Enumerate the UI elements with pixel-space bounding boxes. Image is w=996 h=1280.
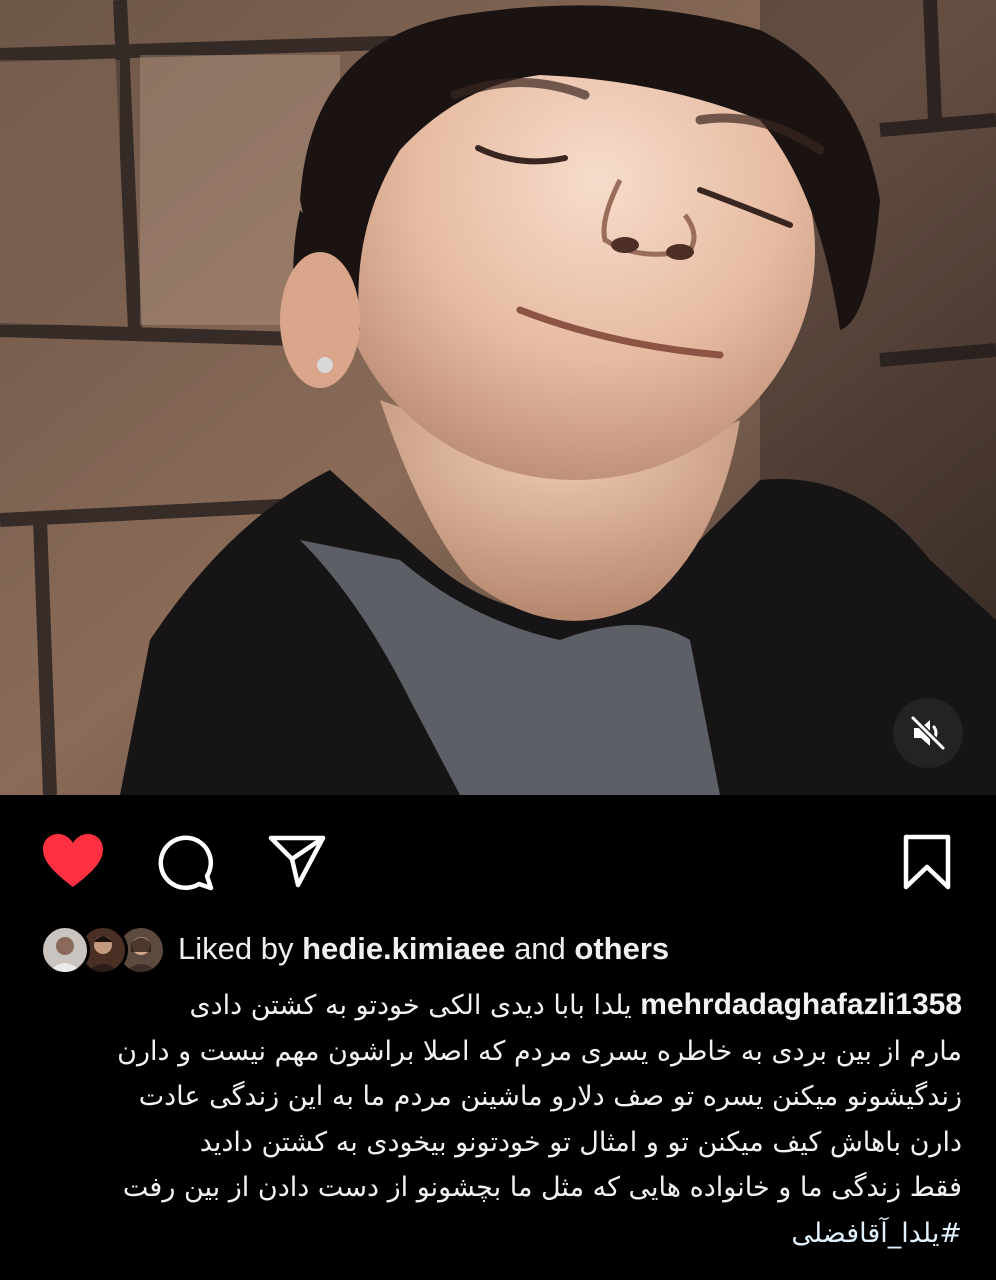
bookmark-icon	[903, 834, 951, 890]
caption-line: دارن باهاش کیف میکنن تو و امثال تو خودتو…	[199, 1126, 962, 1158]
likes-text: Liked by hedie.kimiaee and others	[178, 931, 669, 967]
liker-username-link[interactable]: hedie.kimiaee	[302, 931, 505, 966]
likes-others-link[interactable]: others	[574, 931, 669, 966]
caption-line: فقط زندگی ما و خانواده هایی که مثل ما بچ…	[122, 1172, 962, 1203]
comment-icon	[158, 835, 214, 891]
save-button[interactable]	[890, 827, 964, 897]
comment-button[interactable]	[150, 827, 220, 897]
like-button[interactable]	[38, 829, 108, 893]
caption-line: زندگیشونو میکنن یسره تو صف دلارو ماشینن …	[138, 1081, 962, 1112]
post-photo	[0, 0, 996, 795]
post-caption: mehrdadaghafazli1358 یلدا بابا دیدی الکی…	[38, 982, 962, 1256]
likes-conjunction: and	[514, 931, 566, 966]
speaker-muted-icon	[910, 715, 946, 751]
hashtag-link[interactable]: #یلدا_آقافضلی	[791, 1218, 962, 1249]
caption-text: یلدا بابا دیدی الکی خودتو به کشتن دادی	[189, 990, 632, 1021]
liker-avatars	[40, 924, 166, 975]
avatar	[40, 925, 90, 975]
caption-line: mehrdadaghafazli1358 یلدا بابا دیدی الکی…	[38, 982, 962, 1029]
post-action-bar	[0, 795, 996, 925]
caption-line: #یلدا_آقافضلی	[38, 1211, 962, 1257]
likes-summary[interactable]: Liked by hedie.kimiaee and others	[40, 924, 669, 975]
likes-prefix: Liked by	[178, 931, 294, 966]
share-button[interactable]	[262, 829, 332, 893]
heart-icon	[43, 834, 103, 887]
paper-plane-icon	[268, 835, 326, 888]
mute-toggle-button[interactable]	[893, 698, 963, 768]
caption-username-link[interactable]: mehrdadaghafazli1358	[640, 988, 962, 1021]
caption-line: مارم از بین بردی به خاطره یسری مردم که ا…	[117, 1035, 962, 1067]
post-media[interactable]	[0, 0, 996, 795]
